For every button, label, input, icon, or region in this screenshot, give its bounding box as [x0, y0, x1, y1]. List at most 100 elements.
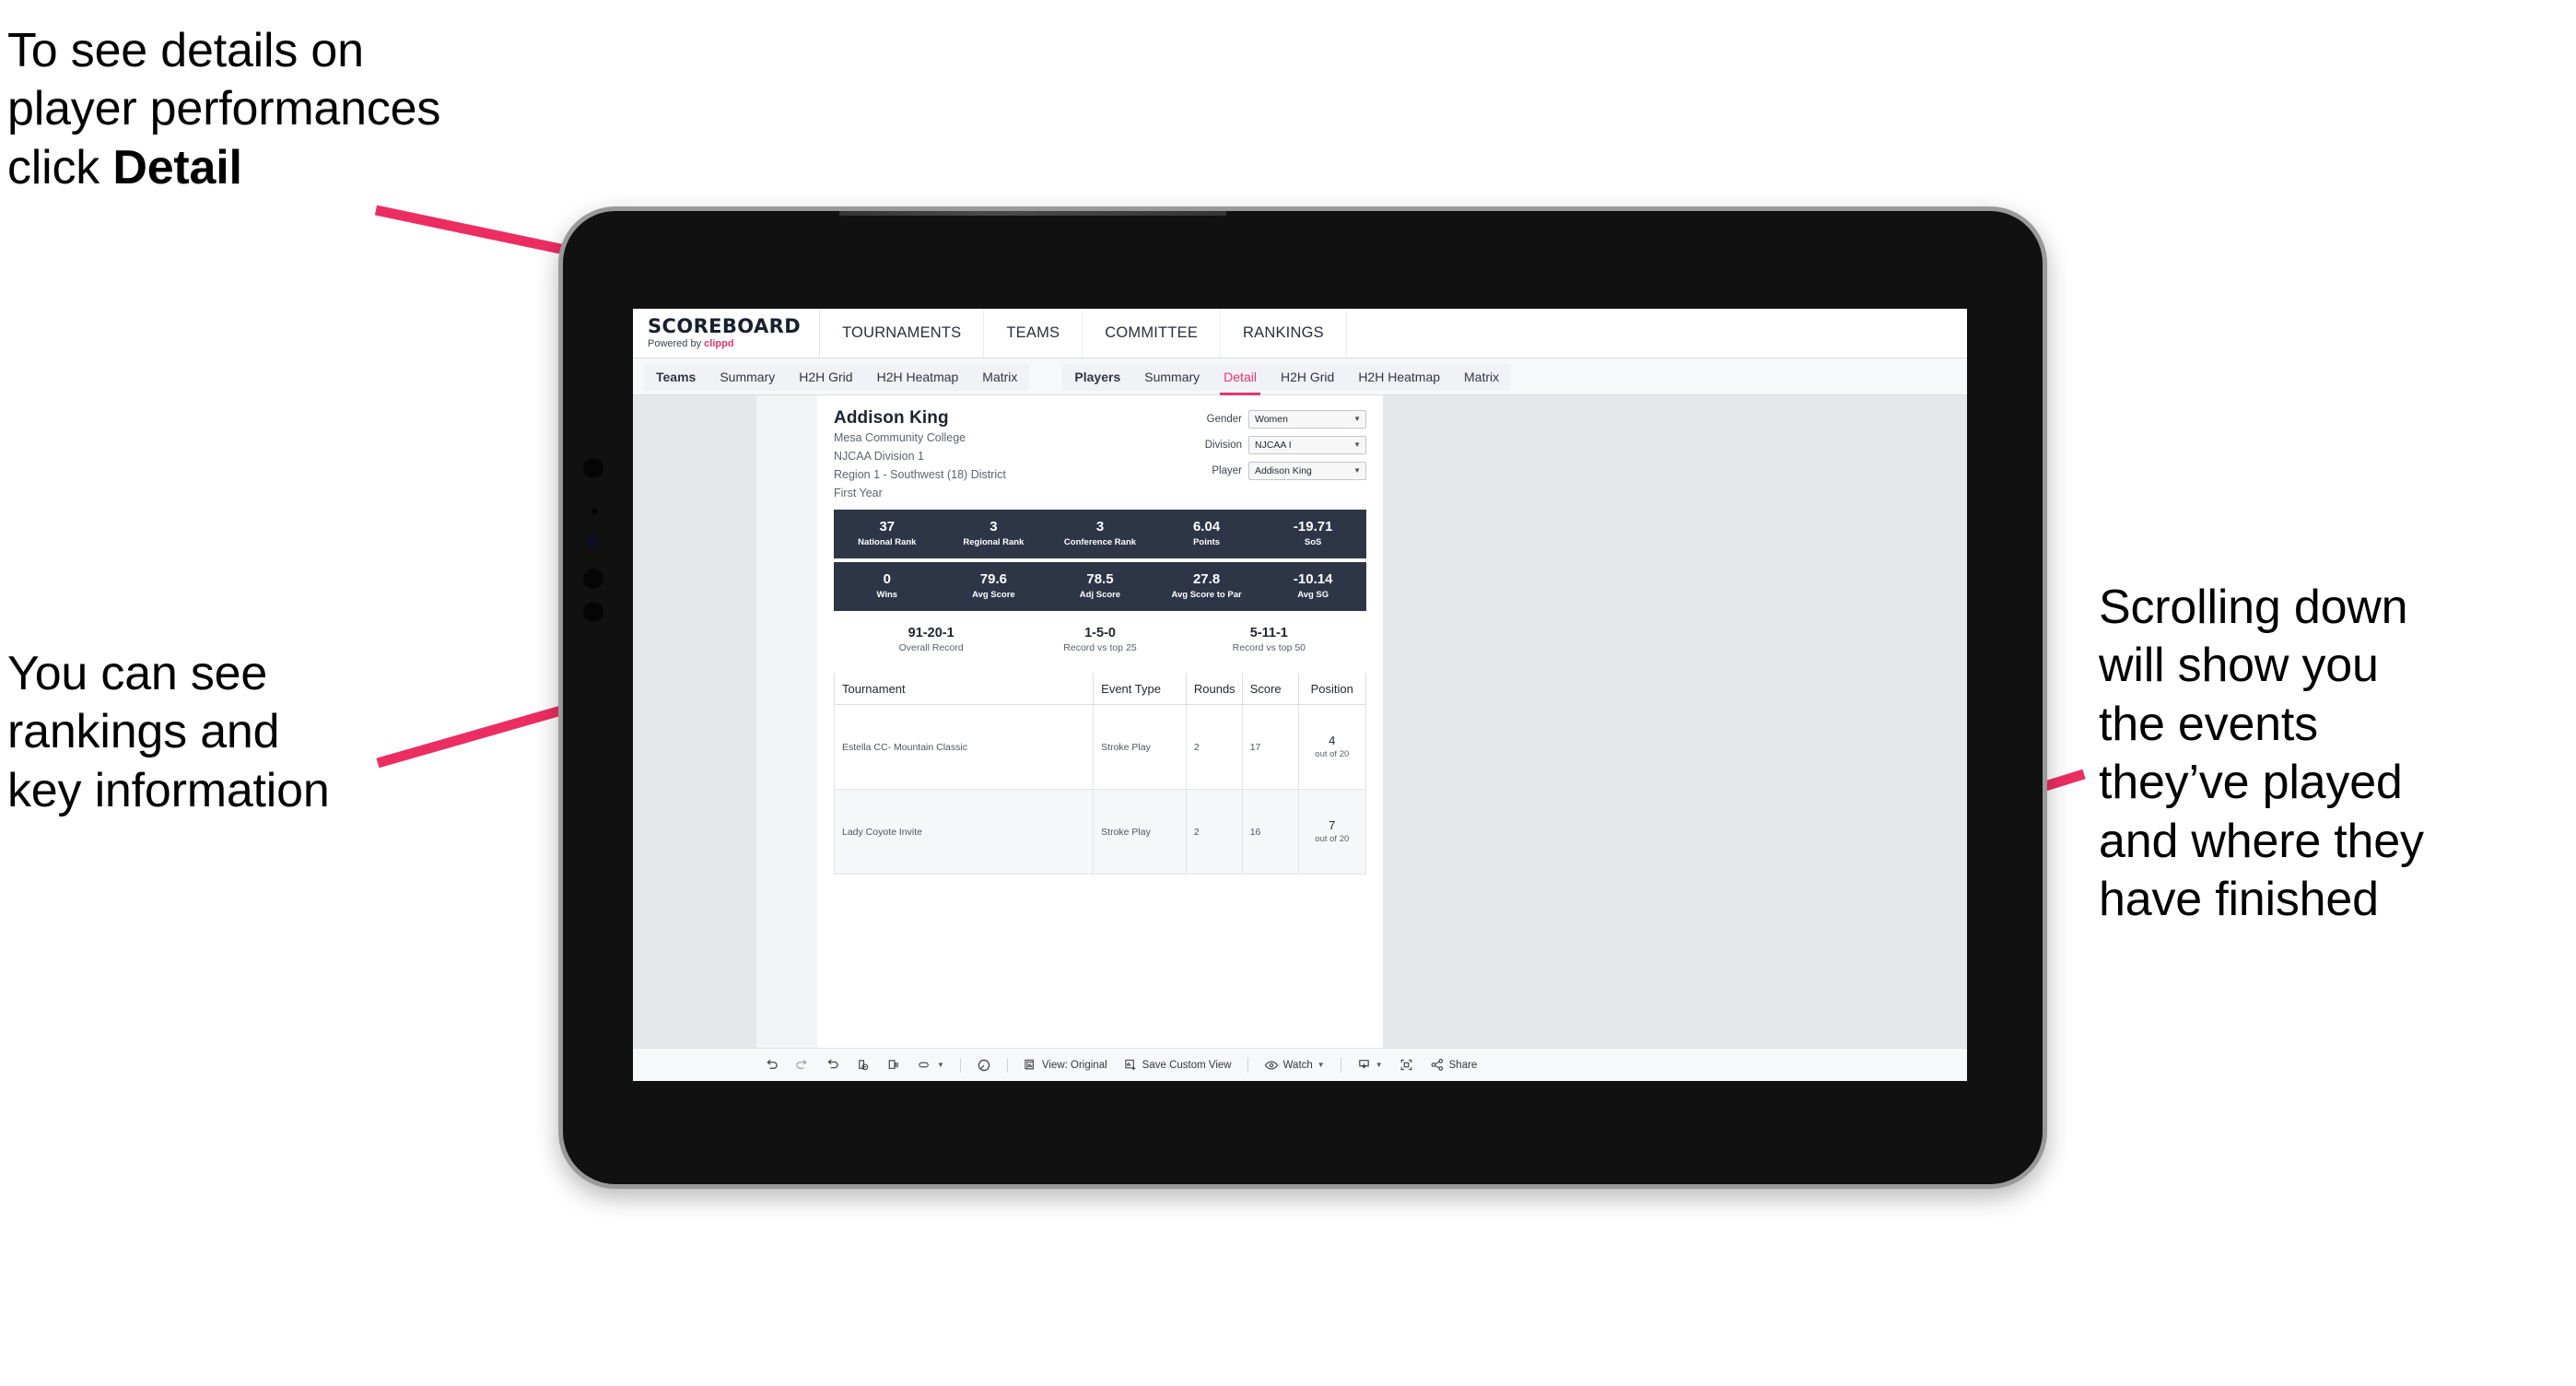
cell-tournament: Lady Coyote Invite: [833, 789, 1095, 875]
revert-button[interactable]: [817, 1053, 848, 1077]
column-header-score[interactable]: Score: [1241, 674, 1299, 706]
chevron-down-icon: ▼: [1353, 466, 1361, 475]
stat-value: 27.8: [1192, 570, 1221, 587]
tab-group-label-teams: Teams: [656, 369, 697, 384]
column-header-tournament[interactable]: Tournament: [833, 674, 1095, 706]
record-label: Record vs top 50: [1232, 642, 1306, 654]
table-row[interactable]: Lady Coyote Invite Stroke Play 2 16 7 ou…: [833, 789, 1367, 875]
redo-loop-dropdown[interactable]: ▼: [908, 1053, 953, 1077]
undo-button[interactable]: [756, 1053, 787, 1077]
top-nav-rankings[interactable]: RANKINGS: [1221, 309, 1347, 358]
annotation-top-left-bold: Detail: [112, 140, 242, 194]
filter-gender-value: Women: [1255, 414, 1288, 425]
stat-value: 0: [883, 570, 891, 587]
cell-score: 16: [1241, 789, 1299, 875]
stat-regional-rank: 3 Regional Rank: [941, 518, 1048, 548]
tab-teams-h2h-heatmap[interactable]: H2H Heatmap: [865, 363, 971, 391]
lens-icon: [585, 535, 599, 549]
tab-teams-matrix[interactable]: Matrix: [970, 363, 1029, 391]
top-nav-teams[interactable]: TEAMS: [984, 309, 1083, 358]
filter-player-label: Player: [1212, 465, 1242, 476]
filter-division-select[interactable]: NJCAA I ▼: [1248, 436, 1366, 454]
table-row[interactable]: Estella CC- Mountain Classic Stroke Play…: [833, 704, 1367, 791]
players-tab-group: Players Summary Detail H2H Grid H2H Heat…: [1062, 362, 1512, 395]
cell-position: 4 out of 20: [1297, 704, 1367, 791]
record-summary-row: 91-20-1 Overall Record 1-5-0 Record vs t…: [834, 626, 1366, 654]
cell-score: 17: [1241, 704, 1299, 791]
record-overall: 91-20-1 Overall Record: [847, 626, 1015, 654]
dashboard-sheet-outer: Addison King Mesa Community College NJCA…: [756, 395, 1383, 1048]
top-nav: TOURNAMENTS TEAMS COMMITTEE RANKINGS: [820, 309, 1347, 358]
clippd-wordmark: clippd: [704, 338, 734, 349]
cell-rounds: 2: [1185, 789, 1243, 875]
teams-tab-group: Teams Summary H2H Grid H2H Heatmap Matri…: [644, 362, 1030, 391]
stat-value: 79.6: [979, 570, 1007, 587]
player-identity: Addison King Mesa Community College NJCA…: [834, 408, 1006, 502]
position-value: 4: [1329, 734, 1336, 748]
stat-adj-score: 78.5 Adj Score: [1047, 570, 1153, 600]
download-button[interactable]: ▼: [1349, 1053, 1391, 1077]
cell-event-type: Stroke Play: [1093, 704, 1187, 791]
save-custom-view-label: Save Custom View: [1142, 1059, 1232, 1071]
view-original-button[interactable]: View: Original: [1015, 1053, 1116, 1077]
redo-button[interactable]: [787, 1053, 817, 1077]
stat-label: Wins: [876, 590, 898, 601]
brand-subtitle: Powered by clippd: [648, 339, 801, 349]
app-top-bar: SCOREBOARD Powered by clippd TOURNAMENTS…: [633, 309, 1967, 358]
pause-auto-updates-button[interactable]: [968, 1053, 1000, 1077]
refresh-data-button[interactable]: [848, 1053, 878, 1077]
watch-button[interactable]: Watch ▼: [1256, 1053, 1333, 1077]
stat-label: National Rank: [858, 537, 917, 548]
pause-data-button[interactable]: [878, 1053, 908, 1077]
position-out-of: out of 20: [1315, 749, 1350, 760]
stats-band-scoring: 0 Wins 79.6 Avg Score 78.5 Adj Score 27.…: [834, 561, 1366, 611]
chevron-down-icon: ▼: [1353, 440, 1361, 449]
stat-value: -19.71: [1293, 518, 1333, 534]
stat-value: 37: [879, 518, 896, 534]
player-name: Addison King: [834, 408, 949, 428]
player-region: Region 1 - Southwest (18) District: [834, 467, 1006, 481]
stat-avg-score: 79.6 Avg Score: [941, 570, 1048, 600]
dashboard-canvas: Addison King Mesa Community College NJCA…: [633, 395, 1967, 1048]
share-button[interactable]: Share: [1422, 1053, 1486, 1077]
save-custom-view-button[interactable]: Save Custom View: [1116, 1053, 1240, 1077]
screenshot-root: To see details on player performances cl…: [0, 0, 2576, 1386]
watch-label: Watch: [1282, 1059, 1313, 1071]
stat-label: Regional Rank: [963, 537, 1025, 548]
stat-avg-score-to-par: 27.8 Avg Score to Par: [1153, 570, 1260, 600]
tab-players-detail[interactable]: Detail: [1212, 363, 1269, 395]
tournament-results-table: Tournament Event Type Rounds Score Posit…: [833, 674, 1367, 875]
stat-national-rank: 37 National Rank: [834, 518, 941, 548]
filter-gender-select[interactable]: Women ▼: [1248, 410, 1366, 429]
stat-value: 78.5: [1086, 570, 1114, 587]
chevron-down-icon: ▼: [937, 1061, 944, 1069]
column-header-position[interactable]: Position: [1297, 674, 1367, 706]
stat-conference-rank: 3 Conference Rank: [1047, 519, 1153, 547]
toolbar-divider: [959, 1057, 961, 1073]
bezel-dot-lower: [583, 602, 603, 622]
tab-players-matrix[interactable]: Matrix: [1452, 363, 1511, 391]
tab-teams-summary[interactable]: Summary: [708, 363, 787, 391]
top-nav-committee[interactable]: COMMITTEE: [1083, 309, 1222, 358]
stat-value: 3: [989, 518, 998, 534]
filter-division-value: NJCAA I: [1255, 440, 1292, 451]
filter-player-select[interactable]: Addison King ▼: [1248, 462, 1366, 480]
tab-players-summary[interactable]: Summary: [1132, 363, 1212, 391]
fullscreen-button[interactable]: [1391, 1053, 1422, 1077]
column-header-rounds[interactable]: Rounds: [1185, 674, 1243, 706]
record-vs-top-25: 1-5-0 Record vs top 25: [1015, 626, 1184, 654]
tab-players-h2h-grid[interactable]: H2H Grid: [1269, 363, 1346, 391]
brand-logo: SCOREBOARD Powered by clippd: [633, 309, 821, 358]
record-value: 5-11-1: [1249, 625, 1288, 640]
filter-player: Player Addison King ▼: [1188, 462, 1366, 480]
player-school: Mesa Community College: [834, 431, 966, 444]
top-nav-tournaments[interactable]: TOURNAMENTS: [820, 309, 985, 358]
tab-players-h2h-heatmap[interactable]: H2H Heatmap: [1346, 363, 1452, 391]
toolbar-divider: [1247, 1057, 1248, 1073]
record-vs-top-50: 5-11-1 Record vs top 50: [1185, 626, 1353, 654]
tab-teams-h2h-grid[interactable]: H2H Grid: [787, 363, 864, 391]
record-value: 1-5-0: [1084, 625, 1116, 640]
column-header-event-type[interactable]: Event Type: [1093, 674, 1187, 706]
record-label: Record vs top 25: [1063, 642, 1137, 654]
powered-by-text: Powered by: [648, 338, 705, 349]
